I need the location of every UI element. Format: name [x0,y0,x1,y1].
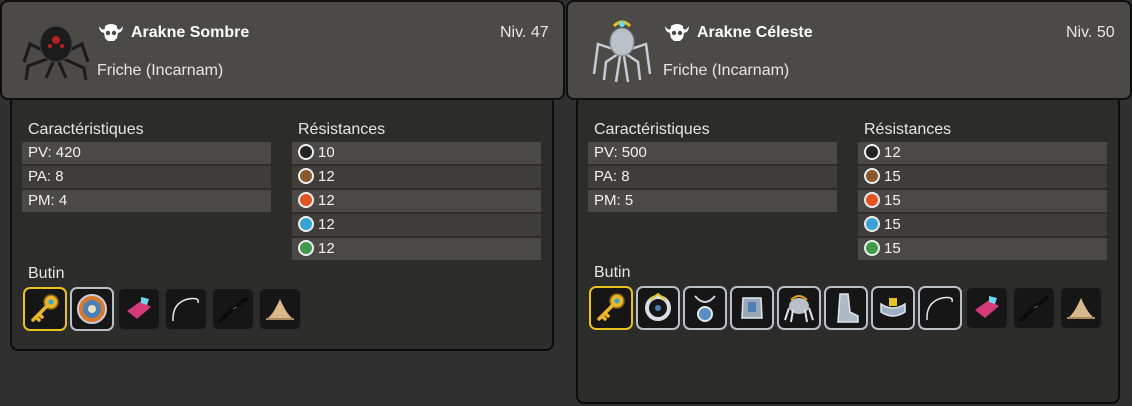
golden-key-icon[interactable] [23,287,67,331]
sand-pile-icon[interactable] [1059,286,1103,330]
stats-label: Caractéristiques [594,121,710,138]
celestial-ring-icon[interactable] [636,286,680,330]
monster-zone: Friche (Incarnam) [97,62,224,79]
monster-skull-icon [665,24,689,41]
resistance-value: 12 [884,144,901,161]
resistance-row: 15 [858,166,1107,188]
loot-list [589,286,1129,330]
resistance-row: 12 [858,142,1107,164]
air-icon [298,240,314,256]
resistance-value: 15 [884,216,901,233]
resistance-value: 15 [884,168,901,185]
loot-label: Butin [28,265,65,282]
resistances-label: Résistances [864,121,952,138]
dark-leg-icon[interactable] [211,287,255,331]
dark-leg-icon[interactable] [1012,286,1056,330]
stat-row: PV: 500 [588,142,837,164]
resistance-value: 15 [884,240,901,257]
resistance-row: 12 [292,166,541,188]
resistance-value: 10 [318,144,335,161]
water-icon [864,216,880,232]
monster-name: Arakne Sombre [131,24,250,41]
resistance-row: 12 [292,238,541,260]
resistance-value: 15 [884,192,901,209]
spider-hat-icon[interactable] [777,286,821,330]
armor-icon[interactable] [730,286,774,330]
loot-label: Butin [594,264,631,281]
neutral-icon [298,144,314,160]
monster-header: Arakne Sombre Niv. 47 Friche (Incarnam) [0,0,565,100]
monster-zone: Friche (Incarnam) [663,62,790,79]
resistances-label: Résistances [298,121,386,138]
air-icon [864,240,880,256]
pink-gem-icon[interactable] [117,287,161,331]
neutral-icon [864,144,880,160]
monster-level: Niv. 47 [500,24,549,41]
resistance-row: 15 [858,214,1107,236]
silk-thread-icon[interactable] [164,287,208,331]
water-icon [298,216,314,232]
monster-skull-icon [99,24,123,41]
stat-row: PV: 420 [22,142,271,164]
resistance-row: 12 [292,190,541,212]
loot-list [23,287,543,331]
resistance-row: 15 [858,238,1107,260]
resistance-row: 12 [292,214,541,236]
monster-level: Niv. 50 [1066,24,1115,41]
spider-portrait-icon [592,20,652,83]
golden-key-icon[interactable] [589,286,633,330]
stats-label: Caractéristiques [28,121,144,138]
resistance-value: 12 [318,192,335,209]
resistance-row: 10 [292,142,541,164]
spider-portrait-icon [22,25,90,81]
resistance-value: 12 [318,168,335,185]
round-shield-icon[interactable] [70,287,114,331]
resistance-row: 15 [858,190,1107,212]
stat-row: PM: 5 [588,190,837,212]
sand-pile-icon[interactable] [258,287,302,331]
pink-gem-icon[interactable] [965,286,1009,330]
belt-icon[interactable] [871,286,915,330]
monster-name: Arakne Céleste [697,24,813,41]
fire-icon [298,192,314,208]
fire-icon [864,192,880,208]
amulet-icon[interactable] [683,286,727,330]
boots-icon[interactable] [824,286,868,330]
resistance-value: 12 [318,240,335,257]
earth-icon [298,168,314,184]
stat-row: PM: 4 [22,190,271,212]
stat-row: PA: 8 [22,166,271,188]
silk-thread-icon[interactable] [918,286,962,330]
resistance-value: 12 [318,216,335,233]
stat-row: PA: 8 [588,166,837,188]
earth-icon [864,168,880,184]
monster-header: Arakne Céleste Niv. 50 Friche (Incarnam) [566,0,1132,100]
